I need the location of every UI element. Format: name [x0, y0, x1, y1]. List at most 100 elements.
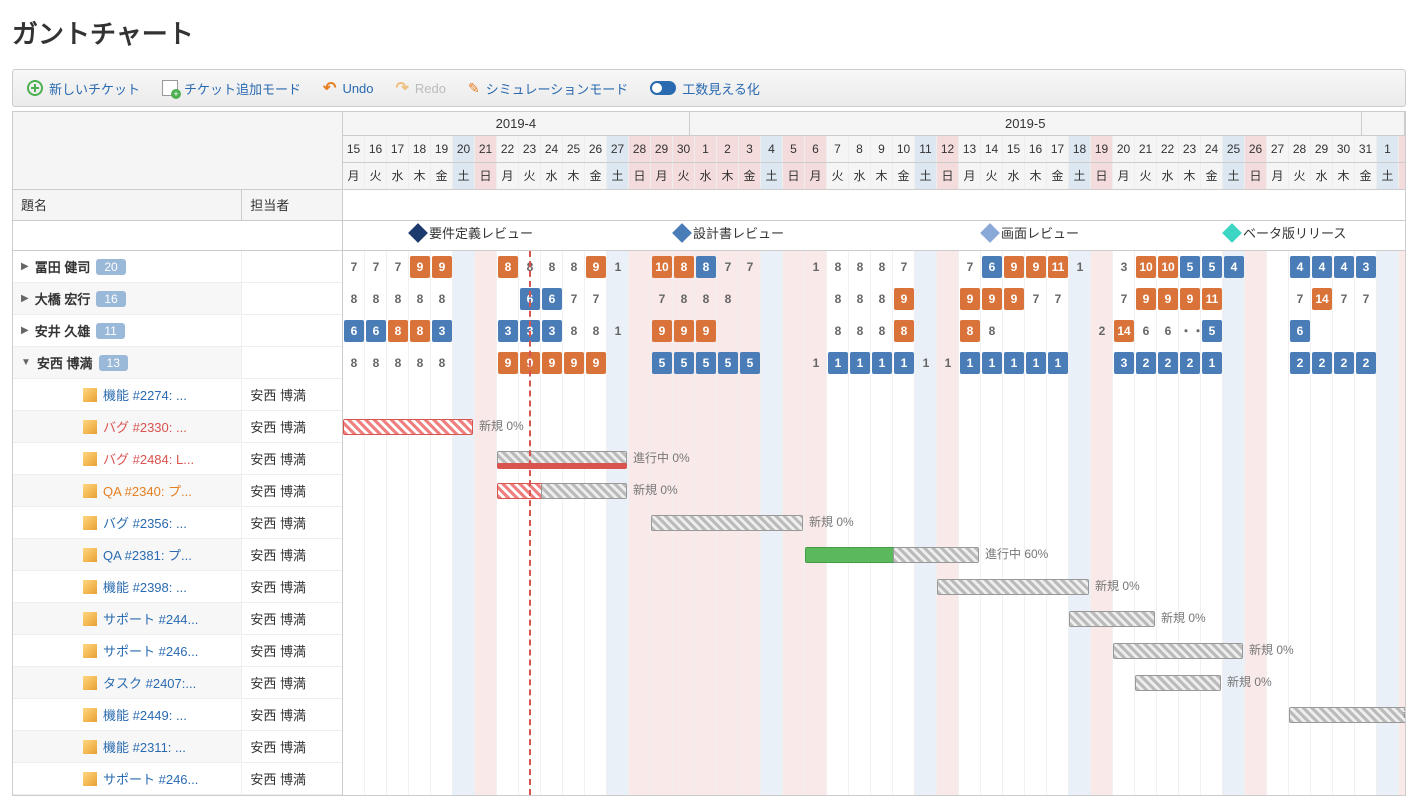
workload-cell[interactable]: 8 [850, 320, 870, 342]
workload-cell[interactable]: 9 [652, 320, 672, 342]
workload-cell[interactable]: 3 [1114, 352, 1134, 374]
workload-cell[interactable]: 11 [1048, 256, 1068, 278]
workload-cell[interactable]: 8 [872, 256, 892, 278]
workload-cell[interactable]: 8 [586, 320, 606, 342]
workload-cell[interactable]: 6 [542, 288, 562, 310]
day-header[interactable]: 22 [497, 136, 519, 162]
workload-cell[interactable]: 5 [1202, 320, 1222, 342]
day-header[interactable]: 4 [761, 136, 783, 162]
workload-cell[interactable]: 7 [1334, 288, 1354, 310]
workload-cell[interactable]: 9 [1004, 256, 1024, 278]
day-header[interactable]: 20 [453, 136, 475, 162]
simulation-button[interactable]: ✎シミュレーションモード [468, 79, 628, 98]
workload-cell[interactable]: 7 [1356, 288, 1376, 310]
day-header[interactable]: 26 [585, 136, 607, 162]
workload-cell[interactable]: 7 [652, 288, 672, 310]
gantt-bar[interactable] [1069, 611, 1155, 627]
tree-toggle-icon[interactable]: ▶ [21, 325, 29, 336]
workload-cell[interactable]: 9 [586, 256, 606, 278]
gantt-bar[interactable] [893, 547, 979, 563]
workload-cell[interactable]: 6 [1158, 320, 1178, 342]
day-header[interactable]: 2 [717, 136, 739, 162]
workload-cell[interactable]: 1 [806, 256, 826, 278]
row-title-cell[interactable]: ▼安西 博満13 [13, 347, 242, 378]
ticket-link[interactable]: サポート #244... [103, 609, 198, 628]
day-header[interactable]: 11 [915, 136, 937, 162]
workload-cell[interactable]: 14 [1312, 288, 1332, 310]
day-header[interactable]: 7 [827, 136, 849, 162]
workload-cell[interactable]: 8 [498, 256, 518, 278]
workload-cell[interactable]: 9 [1136, 288, 1156, 310]
workload-cell[interactable]: 7 [586, 288, 606, 310]
workload-cell[interactable]: 9 [1026, 256, 1046, 278]
day-header[interactable]: 6 [805, 136, 827, 162]
workload-cell[interactable]: 10 [652, 256, 672, 278]
row-title-cell[interactable]: タスク #2407:... [13, 667, 242, 698]
day-header[interactable]: 15 [1003, 136, 1025, 162]
workload-cell[interactable]: 9 [564, 352, 584, 374]
ticket-link[interactable]: バグ #2356: ... [103, 513, 187, 532]
workload-cell[interactable]: 1 [916, 352, 936, 374]
ticket-link[interactable]: 機能 #2398: ... [103, 577, 187, 596]
gantt-bar[interactable] [1135, 675, 1221, 691]
day-header[interactable]: 30 [673, 136, 695, 162]
workload-cell[interactable]: 7 [718, 256, 738, 278]
workload-cell[interactable]: 6 [344, 320, 364, 342]
gantt-bar[interactable] [1289, 707, 1405, 723]
day-header[interactable]: 5 [783, 136, 805, 162]
workload-cell[interactable]: 5 [696, 352, 716, 374]
day-header[interactable]: 28 [1289, 136, 1311, 162]
workload-cell[interactable]: 10 [1136, 256, 1156, 278]
row-title-cell[interactable]: バグ #2484: L... [13, 443, 242, 474]
workload-cell[interactable]: 1 [938, 352, 958, 374]
ticket-link[interactable]: バグ #2330: ... [103, 417, 187, 436]
workload-cell[interactable]: 8 [696, 256, 716, 278]
workload-cell[interactable]: 9 [432, 256, 452, 278]
day-header[interactable]: 22 [1157, 136, 1179, 162]
workload-cell[interactable]: 8 [674, 256, 694, 278]
workload-cell[interactable]: 9 [982, 288, 1002, 310]
workload-cell[interactable]: 8 [828, 320, 848, 342]
row-title-cell[interactable]: 機能 #2311: ... [13, 731, 242, 762]
ticket-link[interactable]: 機能 #2449: ... [103, 705, 187, 724]
gantt-bar[interactable] [343, 419, 473, 435]
day-header[interactable]: 1 [695, 136, 717, 162]
workload-cell[interactable]: 8 [432, 288, 452, 310]
workload-cell[interactable]: 7 [1026, 288, 1046, 310]
row-title-cell[interactable]: QA #2381: プ... [13, 539, 242, 570]
workload-cell[interactable]: 1 [982, 352, 1002, 374]
workload-cell[interactable]: 8 [872, 320, 892, 342]
day-header[interactable]: 29 [651, 136, 673, 162]
day-header[interactable]: 24 [1201, 136, 1223, 162]
workload-cell[interactable]: 9 [674, 320, 694, 342]
ticket-link[interactable]: QA #2340: プ... [103, 481, 192, 500]
workload-cell[interactable]: 6 [1136, 320, 1156, 342]
workload-cell[interactable]: 4 [1290, 256, 1310, 278]
add-mode-button[interactable]: チケット追加モード [162, 79, 301, 98]
workload-cell[interactable]: 7 [388, 256, 408, 278]
workload-cell[interactable]: 8 [982, 320, 1002, 342]
row-title-cell[interactable]: 機能 #2274: ... [13, 379, 242, 410]
workload-cell[interactable]: 8 [960, 320, 980, 342]
tree-toggle-icon[interactable]: ▶ [21, 293, 29, 304]
column-title[interactable]: 題名 [13, 190, 242, 220]
workload-cell[interactable]: 2 [1312, 352, 1332, 374]
workload-cell[interactable]: 9 [498, 352, 518, 374]
workload-cell[interactable]: 8 [388, 320, 408, 342]
workload-cell[interactable]: 9 [1180, 288, 1200, 310]
workload-cell[interactable]: 8 [542, 256, 562, 278]
row-title-cell[interactable]: 機能 #2398: ... [13, 571, 242, 602]
row-title-cell[interactable]: QA #2340: プ... [13, 475, 242, 506]
workload-cell[interactable]: 7 [1114, 288, 1134, 310]
ticket-link[interactable]: バグ #2484: L... [103, 449, 194, 468]
workload-cell[interactable]: 4 [1224, 256, 1244, 278]
day-header[interactable]: 23 [1179, 136, 1201, 162]
workload-cell[interactable]: 3 [1356, 256, 1376, 278]
workload-cell[interactable]: 14 [1114, 320, 1134, 342]
workload-cell[interactable]: 2 [1180, 352, 1200, 374]
day-header[interactable]: 10 [893, 136, 915, 162]
gantt-bar[interactable] [541, 483, 627, 499]
day-header[interactable]: 14 [981, 136, 1003, 162]
row-title-cell[interactable]: サポート #246... [13, 763, 242, 794]
workload-cell[interactable]: 2 [1092, 320, 1112, 342]
